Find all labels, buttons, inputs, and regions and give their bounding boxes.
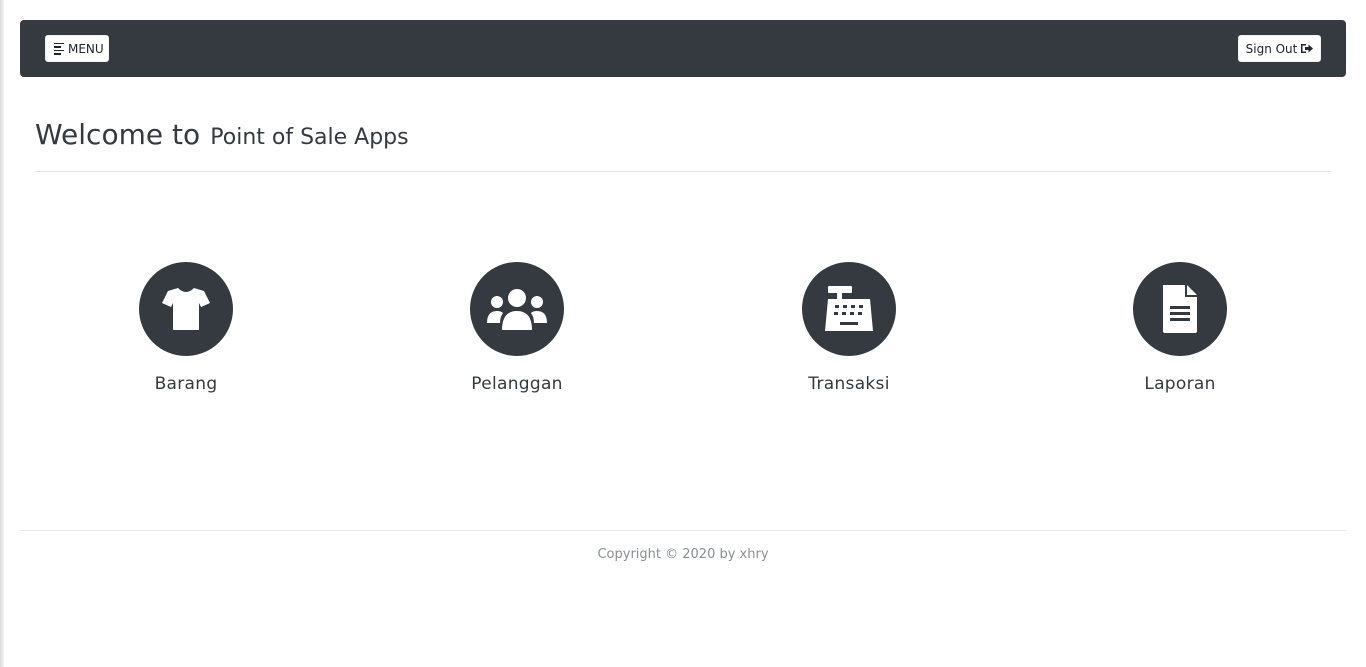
page-title-sub: Point of Sale Apps bbox=[210, 125, 409, 150]
menu-button-label: MENU bbox=[68, 41, 104, 56]
sign-out-button[interactable]: Sign Out bbox=[1238, 35, 1321, 62]
module-label: Barang bbox=[154, 374, 218, 394]
module-label: Laporan bbox=[1144, 374, 1216, 394]
module-label: Transaksi bbox=[808, 374, 890, 394]
header-divider bbox=[35, 171, 1331, 172]
users-icon bbox=[470, 262, 564, 356]
page-title: Welcome to Point of Sale Apps bbox=[35, 114, 409, 152]
cash-register-icon bbox=[802, 262, 896, 356]
module-card-laporan[interactable]: Laporan bbox=[1080, 262, 1280, 394]
top-navbar: MENU Sign Out bbox=[20, 20, 1346, 77]
sign-out-icon bbox=[1301, 43, 1314, 54]
bars-icon bbox=[54, 42, 64, 55]
file-alt-icon bbox=[1133, 262, 1227, 356]
menu-button[interactable]: MENU bbox=[45, 35, 109, 62]
page-title-main: Welcome to bbox=[35, 118, 201, 151]
module-card-pelanggan[interactable]: Pelanggan bbox=[417, 262, 617, 394]
module-card-barang[interactable]: Barang bbox=[86, 262, 286, 394]
module-label: Pelanggan bbox=[471, 374, 563, 394]
left-edge-shadow bbox=[0, 0, 4, 667]
module-card-transaksi[interactable]: Transaksi bbox=[749, 262, 949, 394]
footer-divider bbox=[20, 530, 1346, 531]
sign-out-label: Sign Out bbox=[1245, 41, 1298, 56]
tshirt-icon bbox=[139, 262, 233, 356]
footer-copyright: Copyright © 2020 by xhry bbox=[597, 547, 769, 562]
